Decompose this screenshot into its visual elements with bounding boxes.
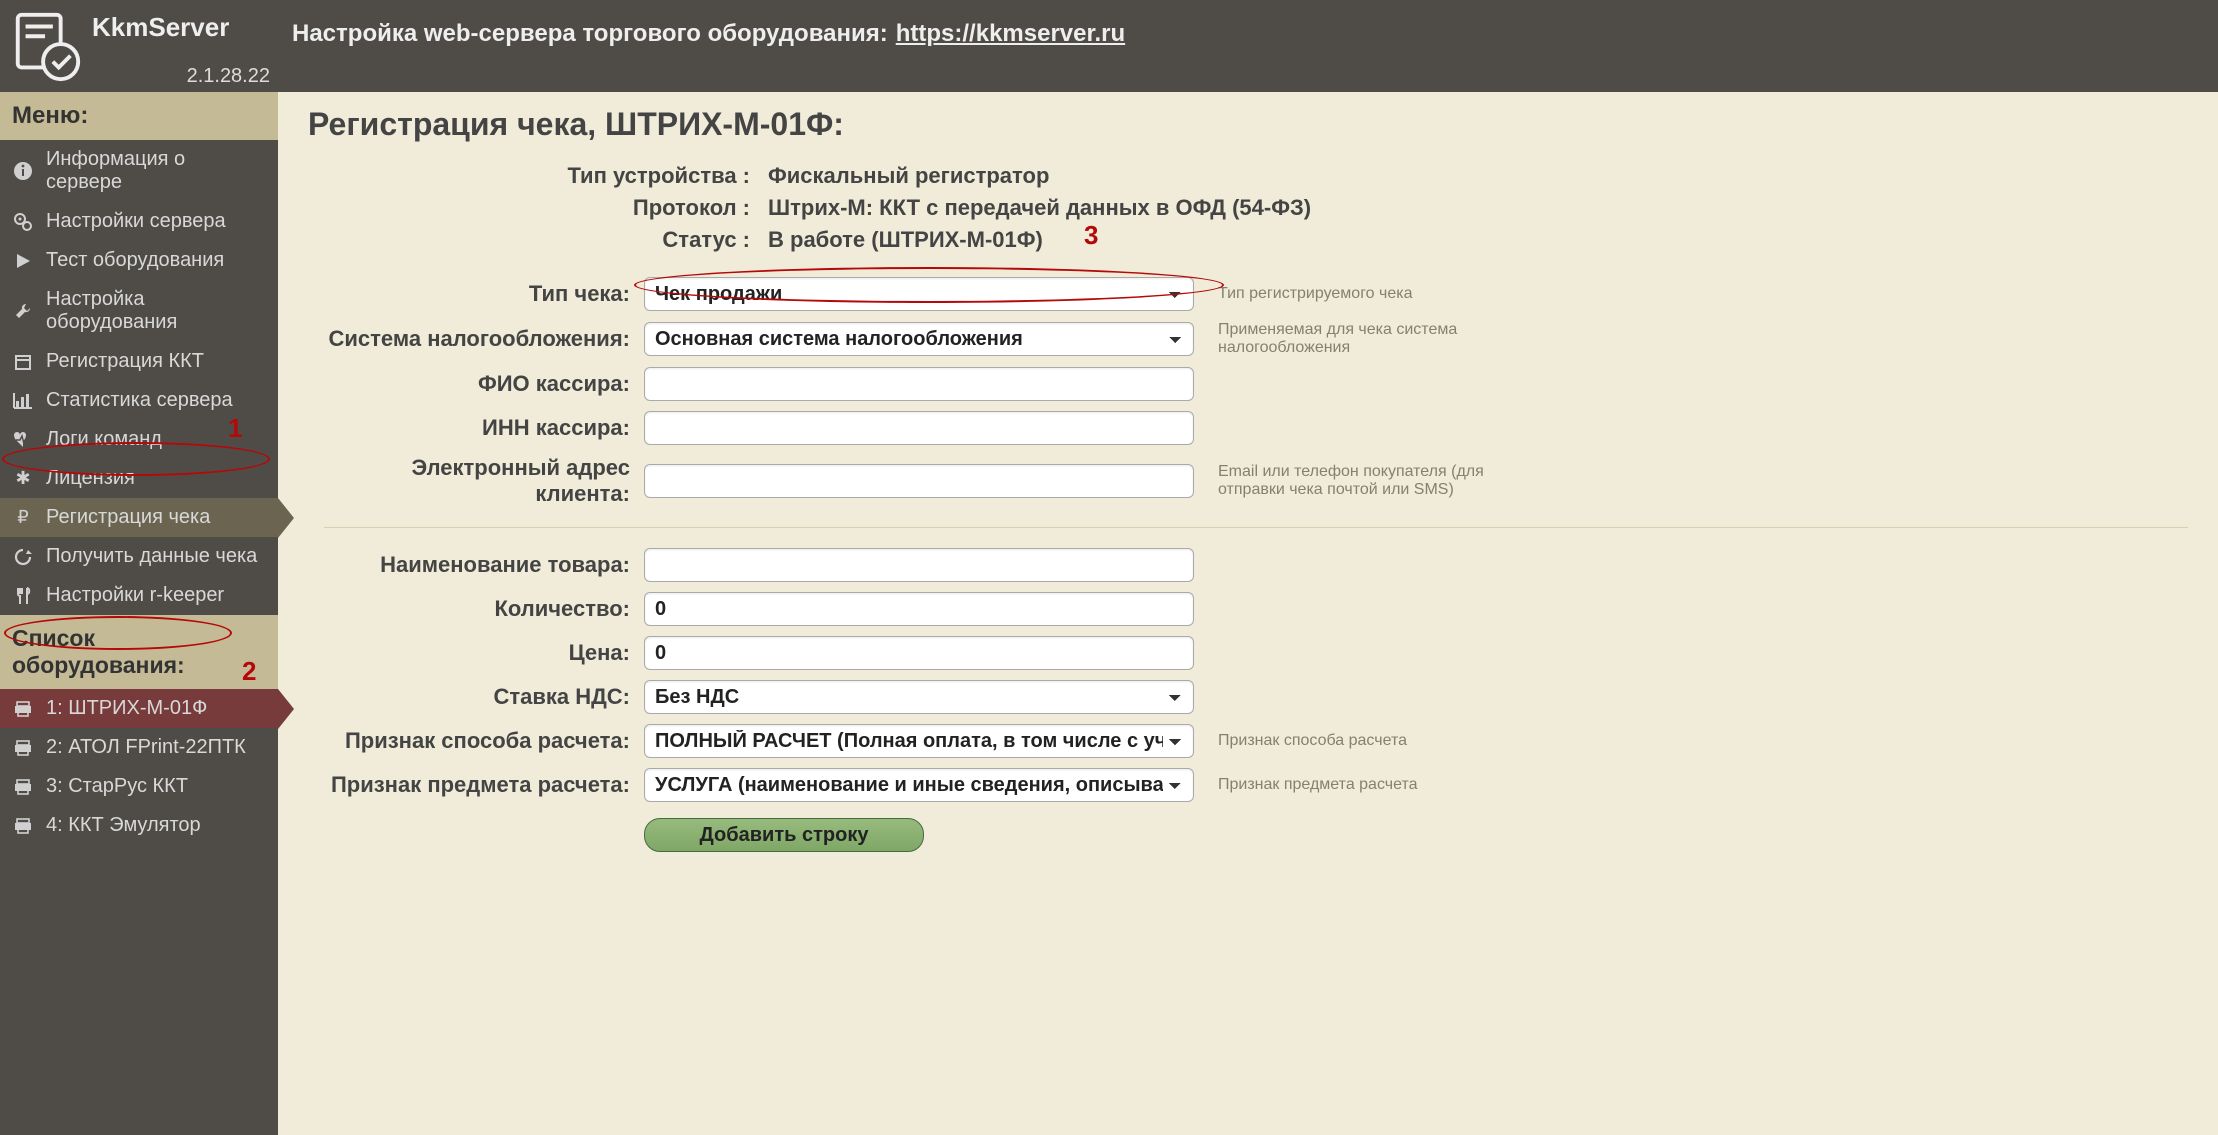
client-email-help: Email или телефон покупателя (для отправ…	[1204, 463, 1484, 499]
equipment-item-3[interactable]: 3: СтарРус ККТ	[0, 767, 278, 806]
receipt-type-label: Тип чека:	[324, 281, 644, 307]
sidebar-item-label: Регистрация ККТ	[46, 350, 204, 373]
protocol-label: Протокол :	[448, 195, 768, 221]
device-type-value: Фискальный регистратор	[768, 163, 2188, 189]
sidebar-item-command-logs[interactable]: Логи команд	[0, 420, 278, 459]
sidebar-item-label: Регистрация чека	[46, 506, 210, 529]
equipment-label: 1: ШТРИХ-М-01Ф	[46, 697, 207, 720]
equipment-label: 2: АТОЛ FPrint-22ПТК	[46, 736, 246, 759]
printer-icon	[12, 698, 34, 720]
status-value: В работе (ШТРИХ-М-01Ф)	[768, 227, 2188, 253]
printer-icon	[12, 776, 34, 798]
equipment-item-1[interactable]: 1: ШТРИХ-М-01Ф	[0, 689, 278, 728]
payment-method-select[interactable]: ПОЛНЫЙ РАСЧЕТ (Полная оплата, в том числ…	[644, 724, 1194, 758]
equipment-label: 3: СтарРус ККТ	[46, 775, 188, 798]
tax-system-label: Система налогообложения:	[324, 326, 644, 352]
tax-system-select[interactable]: Основная система налогообложения	[644, 322, 1194, 356]
refresh-icon	[12, 546, 34, 568]
client-email-label: Электронный адрес клиента:	[324, 455, 644, 507]
sidebar-item-receipt-registration[interactable]: ₽ Регистрация чека	[0, 498, 278, 537]
cashier-name-input[interactable]	[644, 367, 1194, 401]
equipment-header: Список оборудования:	[0, 615, 278, 689]
sidebar-item-label: Логи команд	[46, 428, 162, 451]
sidebar-item-get-receipt-data[interactable]: Получить данные чека	[0, 537, 278, 576]
sidebar-item-label: Получить данные чека	[46, 545, 257, 568]
client-email-input[interactable]	[644, 464, 1194, 498]
payment-method-label: Признак способа расчета:	[324, 728, 644, 754]
receipt-type-help: Тип регистрируемого чека	[1204, 285, 1484, 303]
cashier-inn-label: ИНН кассира:	[324, 415, 644, 441]
printer-icon	[12, 737, 34, 759]
info-circle-icon	[12, 160, 34, 182]
quantity-input[interactable]	[644, 592, 1194, 626]
sidebar-item-server-settings[interactable]: Настройки сервера	[0, 202, 278, 241]
payment-subject-label: Признак предмета расчета:	[324, 772, 644, 798]
equipment-item-4[interactable]: 4: ККТ Эмулятор	[0, 806, 278, 845]
header-prefix: Настройка web-сервера торгового оборудов…	[292, 20, 888, 48]
sidebar-item-label: Статистика сервера	[46, 389, 233, 412]
heartbeat-icon	[12, 429, 34, 451]
calendar-icon	[12, 351, 34, 373]
wrench-icon	[12, 300, 34, 322]
sidebar-item-server-info[interactable]: Информация о сервере	[0, 140, 278, 202]
sidebar-item-test-equipment[interactable]: Тест оборудования	[0, 241, 278, 280]
ruble-icon: ₽	[12, 507, 34, 529]
price-label: Цена:	[324, 640, 644, 666]
asterisk-icon: ✱	[12, 468, 34, 490]
sidebar-item-equipment-settings[interactable]: Настройка оборудования	[0, 280, 278, 342]
sidebar-item-license[interactable]: ✱ Лицензия	[0, 459, 278, 498]
sidebar-item-server-stats[interactable]: Статистика сервера	[0, 381, 278, 420]
app-logo	[8, 7, 86, 85]
app-title: KkmServer	[92, 12, 229, 43]
quantity-label: Количество:	[324, 596, 644, 622]
payment-subject-select[interactable]: УСЛУГА (наименование и иные сведения, оп…	[644, 768, 1194, 802]
price-input[interactable]	[644, 636, 1194, 670]
page-title: Регистрация чека, ШТРИХ-М-01Ф:	[308, 106, 2188, 143]
sidebar-item-label: Тест оборудования	[46, 249, 224, 272]
device-type-label: Тип устройства :	[448, 163, 768, 189]
tax-system-help: Применяемая для чека система налогооблож…	[1204, 321, 1484, 357]
product-name-input[interactable]	[644, 548, 1194, 582]
payment-method-help: Признак способа расчета	[1204, 732, 1484, 750]
equipment-label: 4: ККТ Эмулятор	[46, 814, 201, 837]
cashier-inn-input[interactable]	[644, 411, 1194, 445]
product-name-label: Наименование товара:	[324, 552, 644, 578]
equipment-item-2[interactable]: 2: АТОЛ FPrint-22ПТК	[0, 728, 278, 767]
sidebar-item-label: Настройка оборудования	[46, 288, 266, 334]
sidebar-item-label: Настройки сервера	[46, 210, 226, 233]
play-icon	[12, 250, 34, 272]
cashier-name-label: ФИО кассира:	[324, 371, 644, 397]
vat-label: Ставка НДС:	[324, 684, 644, 710]
menu-header: Меню:	[0, 92, 278, 140]
gears-icon	[12, 211, 34, 233]
status-label: Статус :	[448, 227, 768, 253]
header-link[interactable]: https://kkmserver.ru	[896, 20, 1125, 48]
add-row-button[interactable]: Добавить строку	[644, 818, 924, 852]
payment-subject-help: Признак предмета расчета	[1204, 776, 1484, 794]
sidebar-item-label: Настройки r-keeper	[46, 584, 224, 607]
cutlery-icon	[12, 585, 34, 607]
sidebar-item-label: Информация о сервере	[46, 148, 266, 194]
vat-select[interactable]: Без НДС	[644, 680, 1194, 714]
protocol-value: Штрих-М: ККТ с передачей данных в ОФД (5…	[768, 195, 2188, 221]
receipt-type-select[interactable]: Чек продажи	[644, 277, 1194, 311]
sidebar-item-kkt-registration[interactable]: Регистрация ККТ	[0, 342, 278, 381]
sidebar-item-rkeeper-settings[interactable]: Настройки r-keeper	[0, 576, 278, 615]
sidebar-item-label: Лицензия	[46, 467, 135, 490]
bar-chart-icon	[12, 390, 34, 412]
app-version: 2.1.28.22	[187, 65, 270, 88]
printer-icon	[12, 815, 34, 837]
